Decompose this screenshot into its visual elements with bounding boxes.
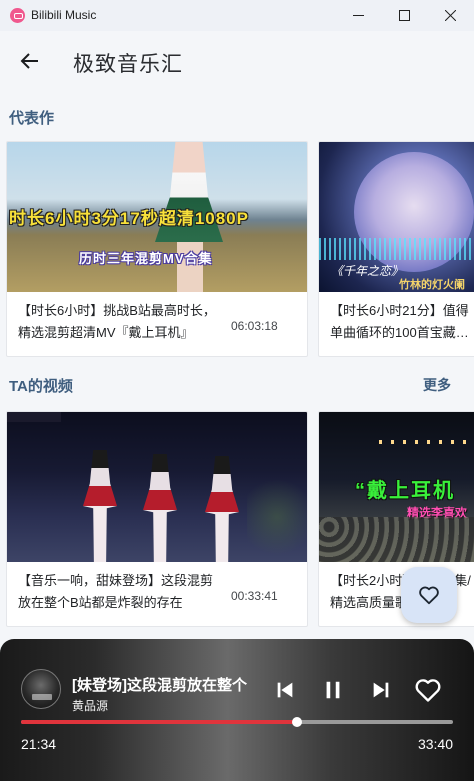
current-time: 21:34 [21,736,57,752]
close-icon [444,10,456,21]
video-thumbnail: 《千年之恋》 竹林的灯火阑 [319,142,474,292]
skip-previous-icon [277,682,293,698]
maximize-button[interactable] [381,0,427,31]
now-playing-artist: 黄品源 [72,699,109,713]
minimize-icon [352,15,364,16]
thumbnail-dancer [83,450,117,562]
skip-next-icon [373,682,389,698]
arrow-left-icon [20,53,38,69]
thumbnail-sub-text: 历时三年混剪MV合集 [79,251,213,266]
more-link[interactable]: 更多 [423,375,451,395]
playback-progress-slider[interactable] [21,717,453,727]
window-title: Bilibili Music [31,8,97,22]
video-thumbnail [7,412,307,562]
thumbnail-dancer [205,456,239,562]
video-title: 【时长6小时】挑战B站最高时长，精选混剪超清MV『戴上耳机』 [18,303,216,340]
thumbnail-badge [7,412,61,422]
total-time: 33:40 [417,736,453,752]
section-title-videos: TA的视频 [9,378,73,395]
favorite-fab[interactable] [401,567,457,623]
thumbnail-stadium-lights [379,440,474,444]
now-playing-bar: [妹登场]这段混剪放在整个 黄品源 21:34 33:40 [0,639,474,781]
thumbnail-banner-text: 时长6小时3分17秒超清1080P [9,209,249,228]
heart-icon [415,679,441,702]
video-duration: 06:03:18 [231,319,278,333]
thumbnail-dancer [143,454,177,562]
pause-icon [326,681,340,699]
video-card[interactable]: 【音乐一响，甜妹登场】这段混剪放在整个B站都是炸裂的存在 00:33:41 [6,411,308,627]
playback-progress-fill [21,720,298,724]
video-thumbnail: “戴上耳机 精选李喜欢 [319,412,474,562]
thumbnail-title-text: “戴上耳机 [355,480,455,502]
minimize-button[interactable] [335,0,381,31]
previous-track-button[interactable] [270,675,300,705]
bilibili-app-icon [10,8,25,23]
video-card[interactable]: 时长6小时3分17秒超清1080P 历时三年混剪MV合集 【时长6小时】挑战B站… [6,141,308,357]
thumbnail-audio-wave [319,238,474,260]
heart-icon [419,586,439,605]
pause-button[interactable] [318,675,348,705]
favorite-button[interactable] [413,675,443,705]
now-playing-title: [妹登场]这段混剪放在整个 [72,677,247,694]
page-title: 极致音乐汇 [73,53,183,76]
video-thumbnail: 时长6小时3分17秒超清1080P 历时三年混剪MV合集 [7,142,307,292]
video-duration: 00:33:41 [231,589,278,603]
next-track-button[interactable] [366,675,396,705]
window-titlebar: Bilibili Music [0,0,474,31]
artist-avatar[interactable] [21,669,61,709]
video-title: 【时长6小时21分】值得单曲循环的100首宝藏热歌 [330,303,469,340]
page-header: 极致音乐汇 [0,31,474,91]
thumbnail-caption: 《千年之恋》 [331,264,404,278]
back-button[interactable] [14,45,46,77]
section-title-representative: 代表作 [9,110,55,127]
playback-progress-knob[interactable] [292,717,303,727]
thumbnail-caption-2: 竹林的灯火阑 [399,279,465,291]
close-button[interactable] [427,0,473,31]
thumbnail-trees [247,472,307,562]
thumbnail-crowd [319,517,474,562]
maximize-icon [398,10,410,21]
video-card[interactable]: 《千年之恋》 竹林的灯火阑 【时长6小时21分】值得单曲循环的100首宝藏热歌 [318,141,474,357]
video-title: 【音乐一响，甜妹登场】这段混剪放在整个B站都是炸裂的存在 [18,573,214,610]
